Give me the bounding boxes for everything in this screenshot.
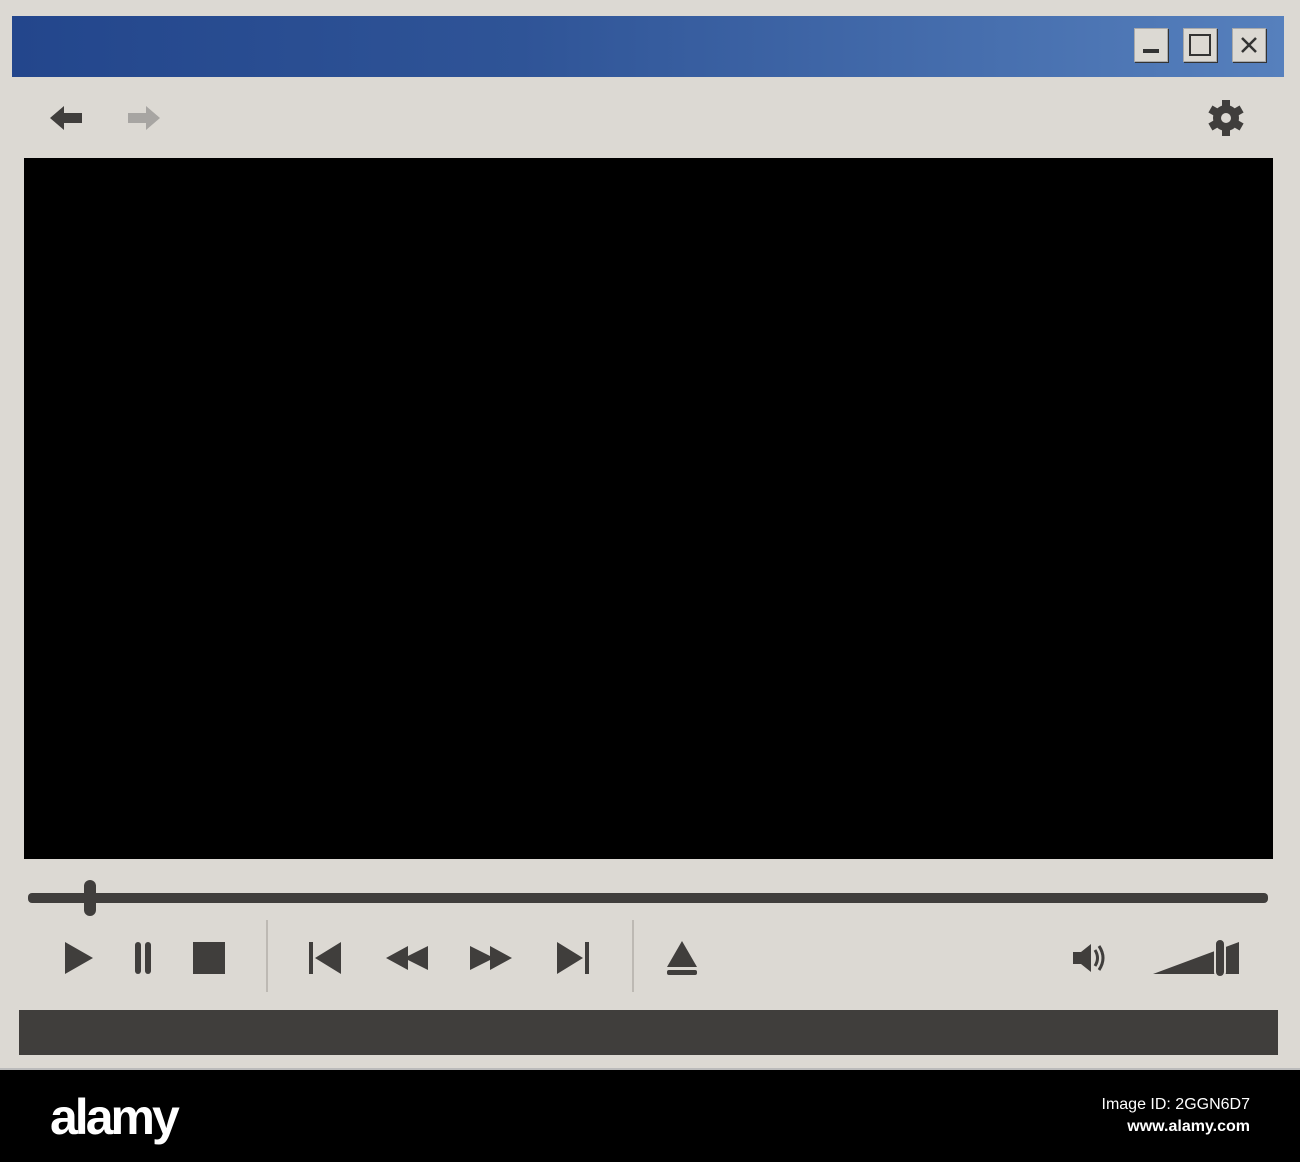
arrow-right-icon [128, 106, 160, 130]
divider [632, 920, 634, 992]
play-button[interactable] [58, 936, 98, 980]
fast-forward-button[interactable] [466, 936, 516, 980]
settings-button[interactable] [1208, 100, 1244, 136]
image-id: Image ID: 2GGN6D7 [1101, 1096, 1251, 1113]
rewind-button[interactable] [382, 936, 432, 980]
forward-button[interactable] [126, 100, 162, 136]
alamy-logo: alamy [50, 1089, 180, 1145]
arrow-left-icon [50, 106, 82, 130]
skip-next-button[interactable] [550, 936, 596, 980]
close-icon [1241, 37, 1257, 53]
alamy-url[interactable]: www.alamy.com [1127, 1118, 1250, 1136]
minimize-button[interactable] [1134, 28, 1168, 62]
mute-button[interactable] [1066, 936, 1112, 980]
skip-previous-button[interactable] [302, 936, 348, 980]
skip-next-icon [557, 942, 589, 974]
volume-level-icon [1153, 938, 1239, 978]
skip-previous-icon [309, 942, 341, 974]
eject-icon [667, 941, 697, 975]
pause-icon [135, 942, 151, 974]
rewind-icon [386, 946, 428, 970]
pause-button[interactable] [124, 936, 162, 980]
title-bar[interactable] [12, 16, 1284, 77]
stop-icon [193, 942, 225, 974]
speaker-icon [1073, 944, 1105, 972]
close-button[interactable] [1232, 28, 1266, 62]
maximize-icon [1189, 34, 1211, 56]
status-bar [19, 1010, 1278, 1055]
video-display[interactable] [24, 158, 1273, 859]
volume-thumb [1214, 938, 1226, 978]
stop-button[interactable] [188, 936, 230, 980]
back-button[interactable] [48, 100, 84, 136]
seek-thumb[interactable] [83, 880, 96, 916]
maximize-button[interactable] [1183, 28, 1217, 62]
divider [266, 920, 268, 992]
play-icon [65, 942, 93, 974]
volume-slider[interactable] [1148, 936, 1244, 980]
media-player-window [0, 0, 1300, 1070]
seek-bar[interactable] [28, 880, 1268, 916]
minimize-icon [1143, 49, 1159, 53]
fast-forward-icon [470, 946, 512, 970]
eject-button[interactable] [662, 936, 702, 980]
gear-icon [1208, 100, 1244, 136]
